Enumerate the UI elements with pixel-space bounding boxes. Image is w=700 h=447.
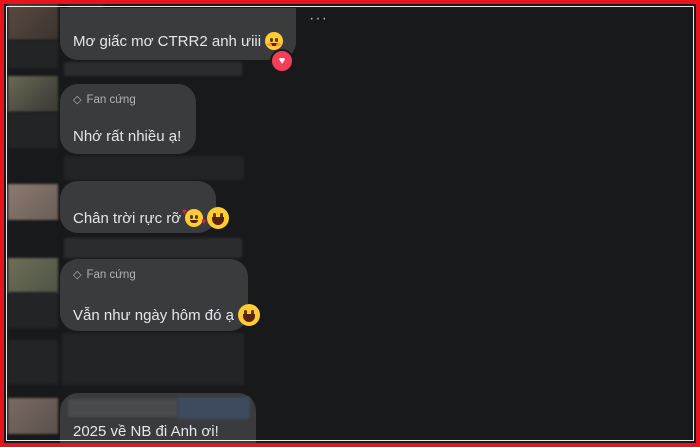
comment-text: Nhớ rất nhiều ạ! — [73, 128, 182, 145]
diamond-icon: ◇ — [73, 269, 82, 281]
avatar[interactable] — [8, 184, 58, 220]
comment-bubble[interactable]: ◇ Fan cứng Nhớ rất nhiều ạ! — [60, 84, 196, 154]
comment-text: Vẫn như ngày hôm đó ạ — [73, 304, 260, 326]
blurred-actions — [62, 333, 244, 385]
blurred-actions — [64, 238, 242, 258]
blurred-actions — [64, 62, 242, 76]
comment-text: Mơ giấc mơ CTRR2 anh ưiii — [73, 32, 284, 50]
blurred-name — [68, 399, 178, 417]
comment-text: Chân trời rực rỡ ♥ ♥ — [73, 207, 230, 229]
blurred-area — [8, 292, 58, 328]
smiling-face-emoji — [265, 32, 284, 50]
avatar[interactable] — [8, 258, 58, 294]
blurred-name — [178, 397, 250, 419]
grinning-face-emoji — [238, 304, 260, 326]
more-options-icon[interactable]: ··· — [309, 10, 328, 28]
comment-bubble[interactable]: ◇ Fan cứng Vẫn như ngày hôm đó ạ — [60, 259, 260, 331]
comment-bubble[interactable]: 2025 về NB đi Anh ơi! — [60, 393, 256, 447]
avatar[interactable] — [8, 76, 58, 112]
blurred-area — [8, 112, 58, 148]
blurred-area — [8, 340, 58, 384]
avatar[interactable] — [8, 4, 58, 40]
comment-bubble[interactable]: Mơ giấc mơ CTRR2 anh ưiii — [60, 8, 296, 60]
diamond-icon: ◇ — [73, 94, 82, 106]
grinning-face-emoji — [207, 207, 230, 229]
comment-text: 2025 về NB đi Anh ơi! — [73, 423, 219, 440]
blurred-actions — [64, 156, 244, 180]
smiling-face-with-hearts-emoji: ♥ ♥ — [182, 207, 207, 227]
fan-badge: ◇ Fan cứng — [73, 93, 136, 107]
comment-bubble[interactable]: Chân trời rực rỡ ♥ ♥ — [60, 181, 230, 233]
blurred-area — [8, 40, 58, 68]
heart-reaction-icon[interactable]: ♥ — [270, 49, 294, 73]
avatar[interactable] — [8, 398, 58, 434]
fan-badge: ◇ Fan cứng — [73, 268, 136, 282]
